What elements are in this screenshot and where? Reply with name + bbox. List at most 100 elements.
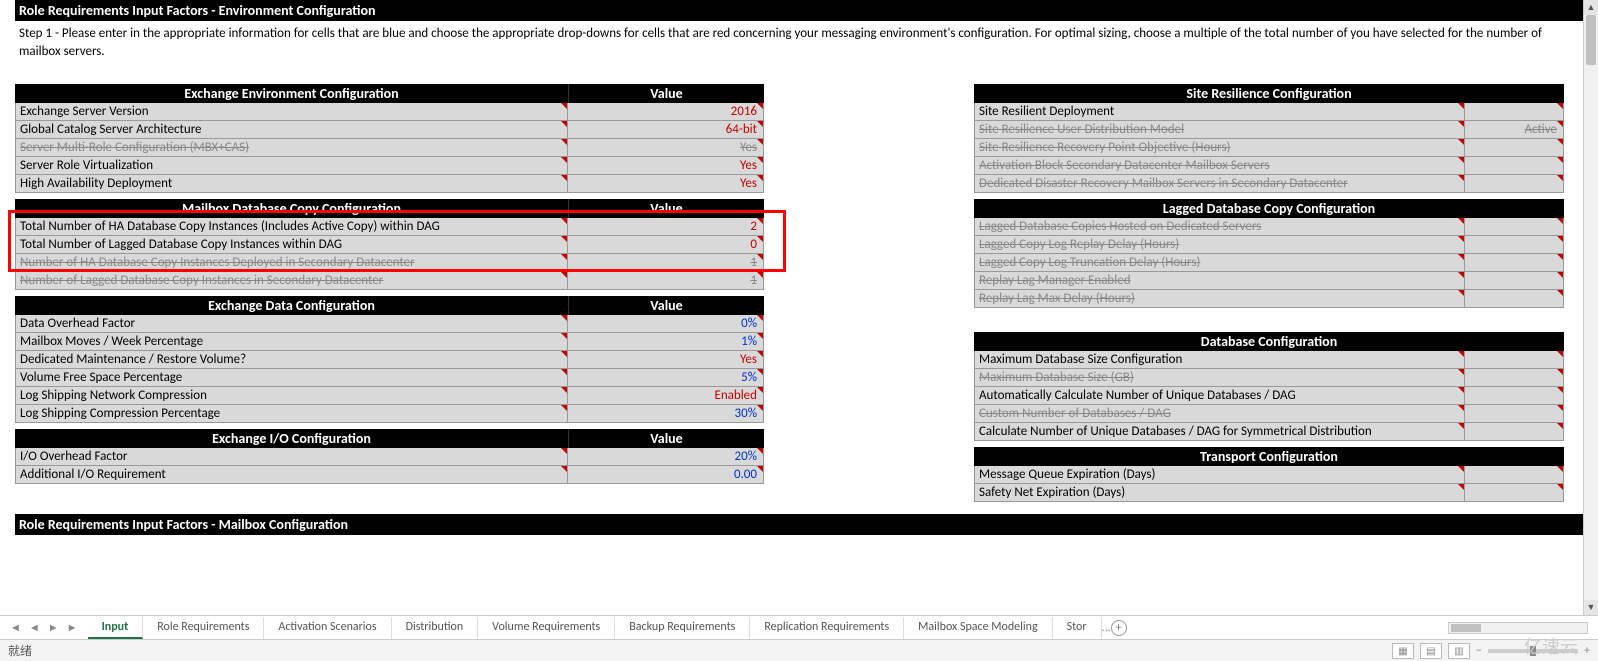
row-value[interactable] [1465,405,1563,422]
row-value[interactable]: Yes [568,139,763,156]
table-row: Additional I/O Requirement0.00 [15,466,764,484]
view-page-break-icon[interactable]: ▥ [1448,643,1470,659]
comment-indicator-icon [1557,157,1563,163]
worksheet-area: Role Requirements Input Factors - Enviro… [0,0,1598,615]
row-label: Safety Net Expiration (Days) [975,484,1465,501]
table-row: Number of HA Database Copy Instances Dep… [15,254,764,272]
row-value[interactable]: 0% [568,315,763,332]
sheet-tab[interactable]: Input [88,617,144,639]
comment-indicator-icon [561,315,567,321]
row-value[interactable] [1465,484,1563,501]
sheet-tab[interactable]: Backup Requirements [615,617,750,639]
table-row: Replay Lag Manager Enabled [974,272,1564,290]
comment-indicator-icon [561,405,567,411]
row-value[interactable] [1465,351,1563,368]
tab-prev-icon[interactable]: ◄ [27,621,42,634]
row-value[interactable]: 5% [568,369,763,386]
comment-indicator-icon [757,405,763,411]
row-value[interactable]: Enabled [568,387,763,404]
row-value[interactable]: 64-bit [568,121,763,138]
header-src: Site Resilience Configuration [974,84,1564,103]
row-value[interactable]: Active [1465,121,1563,138]
row-value[interactable]: Yes [568,175,763,192]
row-label: Additional I/O Requirement [16,466,568,483]
row-value[interactable] [1465,218,1563,235]
row-value[interactable] [1465,175,1563,192]
section-title-mailbox-config: Role Requirements Input Factors - Mailbo… [15,514,1583,535]
row-label: Global Catalog Server Architecture [16,121,568,138]
table-row: Log Shipping Compression Percentage30% [15,405,764,423]
row-value[interactable]: 2 [568,218,763,235]
table-row: Data Overhead Factor0% [15,315,764,333]
comment-indicator-icon [1557,290,1563,296]
row-value[interactable] [1465,139,1563,156]
row-value[interactable] [1465,290,1563,307]
table-row: Maximum Database Size Configuration [974,351,1564,369]
table-row: Lagged Copy Log Truncation Delay (Hours) [974,254,1564,272]
comment-indicator-icon [757,236,763,242]
comment-indicator-icon [757,254,763,260]
row-value[interactable] [1465,272,1563,289]
view-normal-icon[interactable]: ▦ [1392,643,1414,659]
row-value[interactable] [1465,423,1563,440]
sheet-tab[interactable]: Mailbox Space Modeling [904,617,1052,639]
row-value[interactable]: 30% [568,405,763,422]
comment-indicator-icon [561,139,567,145]
tabs-overflow[interactable]: ... [1102,621,1111,635]
sheet-tab[interactable]: Activation Scenarios [264,617,391,639]
row-value[interactable]: 1% [568,333,763,350]
horizontal-scrollbar[interactable] [1448,622,1588,634]
row-value[interactable] [1465,387,1563,404]
comment-indicator-icon [757,157,763,163]
header-eio: Exchange I/O Configuration Value [15,429,764,448]
row-value[interactable]: 0 [568,236,763,253]
table-row: Site Resilient Deployment [974,103,1564,121]
table-row: Server Multi-Role Configuration (MBX+CAS… [15,139,764,157]
sheet-tab[interactable]: Distribution [392,617,479,639]
new-sheet-button[interactable]: + [1111,620,1127,636]
zoom-out-icon[interactable]: − [1476,644,1482,658]
row-value[interactable] [1465,466,1563,483]
view-page-layout-icon[interactable]: ▤ [1420,643,1442,659]
row-value[interactable] [1465,103,1563,120]
sheet-tab[interactable]: Stor [1053,617,1102,639]
row-value[interactable]: 1 [568,272,763,289]
comment-indicator-icon [757,387,763,393]
row-value[interactable] [1465,254,1563,271]
tab-first-icon[interactable]: ◄ [8,621,23,634]
row-label: Site Resilient Deployment [975,103,1465,120]
row-label: Lagged Copy Log Replay Delay (Hours) [975,236,1465,253]
hscroll-thumb[interactable] [1451,624,1481,632]
zoom-in-icon[interactable]: + [1584,644,1590,658]
comment-indicator-icon [1458,290,1464,296]
comment-indicator-icon [561,448,567,454]
comment-indicator-icon [1557,484,1563,490]
row-value[interactable]: Yes [568,351,763,368]
comment-indicator-icon [757,175,763,181]
comment-indicator-icon [561,103,567,109]
vertical-scrollbar[interactable]: ▲ ▼ [1583,0,1598,615]
comment-indicator-icon [561,387,567,393]
scroll-down-icon[interactable]: ▼ [1584,600,1598,615]
tab-last-icon[interactable]: ► [65,621,80,634]
comment-indicator-icon [1557,254,1563,260]
row-label: Activation Block Secondary Datacenter Ma… [975,157,1465,174]
row-value[interactable]: 0.00 [568,466,763,483]
sheet-tab[interactable]: Role Requirements [143,617,264,639]
row-value[interactable] [1465,369,1563,386]
zoom-slider[interactable] [1488,649,1578,653]
row-value[interactable]: 2016 [568,103,763,120]
row-value[interactable]: 20% [568,448,763,465]
row-value[interactable]: Yes [568,157,763,174]
comment-indicator-icon [1458,103,1464,109]
scroll-up-icon[interactable]: ▲ [1584,0,1598,15]
header-dbc: Database Configuration [974,332,1564,351]
scroll-thumb[interactable] [1586,15,1596,65]
row-value[interactable] [1465,236,1563,253]
sheet-tab[interactable]: Replication Requirements [750,617,904,639]
comment-indicator-icon [1458,218,1464,224]
tab-next-icon[interactable]: ► [46,621,61,634]
row-value[interactable] [1465,157,1563,174]
sheet-tab[interactable]: Volume Requirements [478,617,615,639]
row-value[interactable]: 1 [568,254,763,271]
